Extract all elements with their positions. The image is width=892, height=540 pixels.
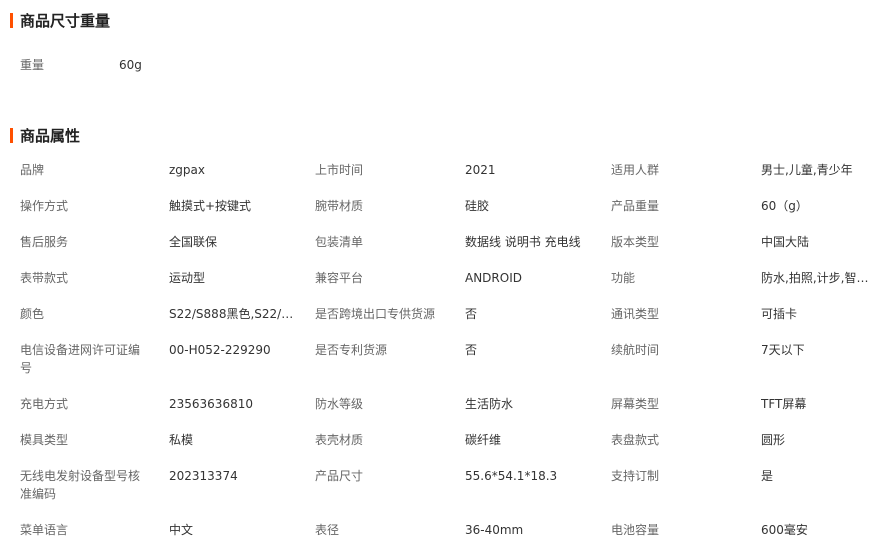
attributes-title-text: 商品属性 [20,127,81,145]
section-accent-bar [10,13,13,28]
attr-label: 表带款式 [20,271,69,285]
attr-label: 是否专利货源 [315,343,388,357]
attr-value: 600毫安 [761,523,808,537]
attr-label: 颜色 [20,307,45,321]
attr-label: 上市时间 [315,163,364,177]
attr-value: 可插卡 [761,307,798,321]
attr-label: 功能 [611,271,636,285]
attr-label: 包装清单 [315,235,364,249]
attr-label: 电信设备进网许可证编号 [20,343,141,375]
attr-value: zgpax [169,163,205,177]
weight-row: 重量 60g [0,56,892,74]
attr-value: 中国大陆 [761,235,810,249]
attr-value: 00-H052-229290 [169,343,271,357]
attr-label: 充电方式 [20,397,69,411]
attr-label: 模具类型 [20,433,69,447]
attr-value: 是 [761,469,774,483]
attr-label: 屏幕类型 [611,397,660,411]
attr-label: 是否跨境出口专供货源 [315,307,436,321]
attr-value: 7天以下 [761,343,805,357]
attr-value: 圆形 [761,433,786,447]
size-weight-section-title: 商品尺寸重量 [10,12,110,30]
attr-label: 版本类型 [611,235,660,249]
attr-value: 硅胶 [465,199,490,213]
attr-label: 表径 [315,523,340,537]
attr-label: 支持订制 [611,469,660,483]
attr-label: 操作方式 [20,199,69,213]
attr-value: 202313374 [169,469,238,483]
attr-value: 防水,拍照,计步,智能... [761,271,879,285]
attr-value: 全国联保 [169,235,218,249]
attr-label: 无线电发射设备型号核准编码 [20,469,141,501]
attr-value: 碳纤维 [465,433,502,447]
attr-value: 触摸式+按键式 [169,199,252,213]
attr-value: TFT屏幕 [761,397,807,411]
attr-value: 否 [465,307,478,321]
attr-value: 2021 [465,163,496,177]
attr-label: 防水等级 [315,397,364,411]
attr-label: 菜单语言 [20,523,69,537]
attr-value: ANDROID [465,271,522,285]
attr-value: 36-40mm [465,523,524,537]
attr-label: 电池容量 [611,523,660,537]
attr-label: 品牌 [20,163,45,177]
weight-value: 60g [119,58,142,72]
attr-value: 私模 [169,433,194,447]
attributes-section-title: 商品属性 [10,127,80,145]
attr-label: 兼容平台 [315,271,364,285]
attr-label: 通讯类型 [611,307,660,321]
attr-value: S22/S888黑色,S22/S... [169,307,294,321]
attr-label: 表盘款式 [611,433,660,447]
attr-value: 否 [465,343,478,357]
attr-value: 男士,儿童,青少年 [761,163,853,177]
attr-label: 表壳材质 [315,433,364,447]
weight-label: 重量 [20,58,45,72]
attr-label: 续航时间 [611,343,660,357]
attr-value: 生活防水 [465,397,514,411]
attr-label: 适用人群 [611,163,660,177]
attr-label: 产品尺寸 [315,469,364,483]
attr-value: 23563636810 [169,397,253,411]
size-weight-title-text: 商品尺寸重量 [20,12,111,30]
attr-label: 产品重量 [611,199,660,213]
attr-value: 55.6*54.1*18.3 [465,469,558,483]
section-accent-bar [10,128,13,143]
attr-value: 中文 [169,523,194,537]
attr-label: 售后服务 [20,235,69,249]
attr-value: 60（g） [761,199,808,213]
attr-value: 运动型 [169,271,206,285]
attr-value: 数据线 说明书 充电线 [465,235,581,249]
attr-label: 腕带材质 [315,199,364,213]
